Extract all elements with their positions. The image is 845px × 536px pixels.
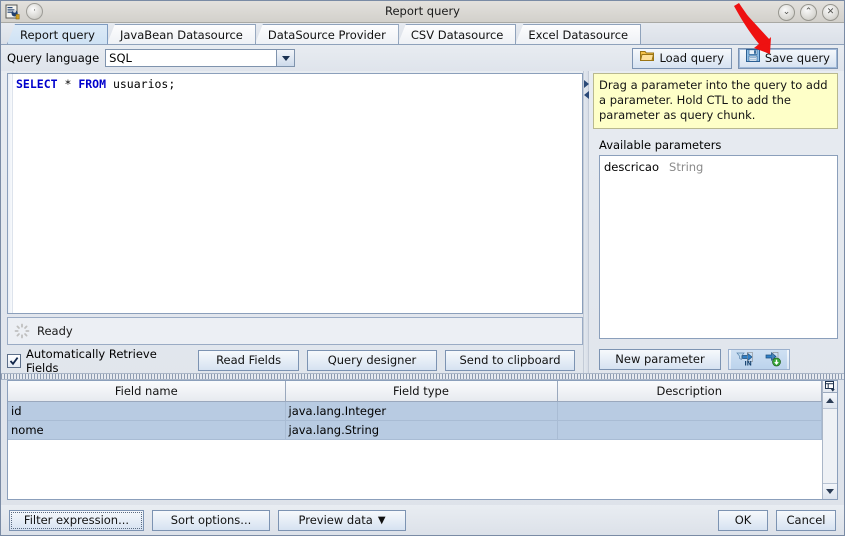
read-fields-button[interactable]: Read Fields	[198, 350, 299, 371]
auto-retrieve-fields-label: Automatically Retrieve Fields	[26, 346, 157, 375]
available-parameters-list[interactable]: descricao String	[599, 155, 838, 339]
cell-field-type[interactable]: java.lang.String	[285, 420, 558, 440]
tab-datasource-provider[interactable]: DataSource Provider	[254, 24, 399, 44]
svg-text:IN: IN	[745, 361, 752, 368]
collapse-right-arrow-icon[interactable]	[584, 91, 589, 99]
save-query-label: Save query	[764, 50, 830, 65]
save-query-button[interactable]: Save query	[737, 47, 838, 69]
cell-description[interactable]	[557, 401, 822, 421]
sql-text: SELECT * FROM usuarios;	[16, 77, 580, 91]
new-parameter-button[interactable]: New parameter	[599, 348, 721, 370]
datasource-tabs: Report query JavaBean Datasource DataSou…	[1, 23, 844, 45]
window-controls: ⌄ ⌃ ✕	[778, 4, 839, 21]
editor-gutter	[8, 74, 13, 313]
list-item[interactable]: descricao String	[600, 159, 837, 175]
scroll-down-button[interactable]	[823, 483, 837, 499]
sql-keyword-from: FROM	[78, 77, 107, 91]
query-language-value: SQL	[106, 50, 277, 66]
collapse-left-arrow-icon[interactable]	[584, 80, 589, 88]
vertical-split-handle[interactable]	[583, 71, 589, 373]
column-header-field-name[interactable]: Field name	[8, 381, 286, 402]
preview-data-button[interactable]: Preview data ▼	[278, 509, 406, 531]
tab-excel-datasource[interactable]: Excel Datasource	[515, 24, 642, 44]
maximize-button[interactable]: ⌃	[800, 4, 817, 21]
parameter-name: descricao	[604, 160, 660, 174]
query-language-combo[interactable]: SQL	[105, 49, 296, 67]
ok-button[interactable]: OK	[718, 509, 768, 531]
sql-table-name: usuarios;	[106, 77, 176, 91]
window-title: Report query	[385, 4, 460, 18]
cell-field-name[interactable]: id	[8, 401, 286, 421]
chevron-down-icon: ▼	[377, 514, 386, 526]
status-text: Ready	[37, 324, 73, 338]
minimize-button[interactable]: ⌄	[778, 4, 795, 21]
scroll-track[interactable]	[823, 409, 837, 483]
cancel-button[interactable]: Cancel	[776, 509, 836, 531]
tab-report-query[interactable]: Report query	[7, 24, 108, 44]
load-query-label: Load query	[659, 50, 724, 65]
tab-csv-datasource[interactable]: CSV Datasource	[397, 24, 517, 44]
fields-table: Field name Field type Description id jav…	[8, 381, 822, 499]
filter-expression-button[interactable]: Filter expression...	[9, 509, 144, 531]
sort-options-button[interactable]: Sort options...	[152, 509, 270, 531]
cell-field-type[interactable]: java.lang.Integer	[285, 401, 558, 421]
table-row[interactable]: id java.lang.Integer	[8, 401, 822, 421]
tab-javabean-datasource[interactable]: JavaBean Datasource	[106, 24, 256, 44]
query-toolbar: Query language SQL Load query Save query	[1, 45, 844, 71]
save-disk-icon	[745, 48, 760, 68]
close-button[interactable]: ✕	[822, 4, 839, 21]
query-editor-pane: SELECT * FROM usuarios; Ready Automatica…	[1, 71, 583, 375]
editor-actions: Automatically Retrieve Fields Read Field…	[7, 345, 583, 375]
dialog-footer: Filter expression... Sort options... Pre…	[1, 505, 844, 535]
parameters-pane: Drag a parameter into the query to add a…	[589, 71, 844, 373]
query-designer-button[interactable]: Query designer	[307, 350, 437, 371]
table-row[interactable]: nome java.lang.String	[8, 420, 822, 440]
add-parameter-in-icon[interactable]: IN	[731, 349, 759, 369]
parameter-icon-toolbar: IN	[728, 348, 790, 370]
spinner-icon	[14, 323, 30, 339]
column-header-field-type[interactable]: Field type	[285, 381, 558, 402]
query-language-label: Query language	[7, 51, 100, 65]
auto-retrieve-fields-checkbox[interactable]: Automatically Retrieve Fields	[7, 347, 188, 375]
query-split-pane: SELECT * FROM usuarios; Ready Automatica…	[1, 71, 844, 375]
parameter-actions: New parameter IN	[599, 345, 838, 373]
report-query-dialog: · Report query ⌄ ⌃ ✕ Report query JavaBe…	[0, 0, 845, 536]
scroll-up-button[interactable]	[823, 393, 837, 409]
table-empty-area	[8, 440, 822, 499]
parameter-type: String	[669, 160, 704, 174]
column-header-description[interactable]: Description	[557, 381, 822, 402]
sql-editor[interactable]: SELECT * FROM usuarios;	[7, 73, 583, 314]
cell-description[interactable]	[557, 420, 822, 440]
sql-star: *	[57, 77, 79, 91]
report-app-icon	[5, 4, 21, 20]
parameter-hint-tooltip: Drag a parameter into the query to add a…	[593, 73, 838, 129]
fields-table-container: Field name Field type Description id jav…	[7, 380, 838, 500]
checkbox-box-icon	[7, 353, 21, 368]
column-chooser-icon[interactable]	[823, 381, 837, 393]
cell-field-name[interactable]: nome	[8, 420, 286, 440]
table-vertical-scrollbar[interactable]	[822, 381, 837, 499]
folder-open-icon	[640, 49, 655, 68]
import-parameter-icon[interactable]	[759, 349, 787, 369]
available-parameters-label: Available parameters	[599, 138, 722, 152]
preview-data-label: Preview data	[298, 512, 373, 527]
status-bar: Ready	[7, 317, 583, 345]
window-menu-icon[interactable]: ·	[26, 3, 43, 20]
table-header-row: Field name Field type Description	[8, 381, 822, 402]
split-collapse-arrows[interactable]	[584, 79, 590, 102]
load-query-button[interactable]: Load query	[632, 47, 732, 69]
sql-keyword-select: SELECT	[16, 77, 58, 91]
send-to-clipboard-button[interactable]: Send to clipboard	[445, 350, 575, 371]
chevron-down-icon[interactable]	[276, 50, 295, 66]
title-bar: · Report query ⌄ ⌃ ✕	[1, 1, 844, 23]
